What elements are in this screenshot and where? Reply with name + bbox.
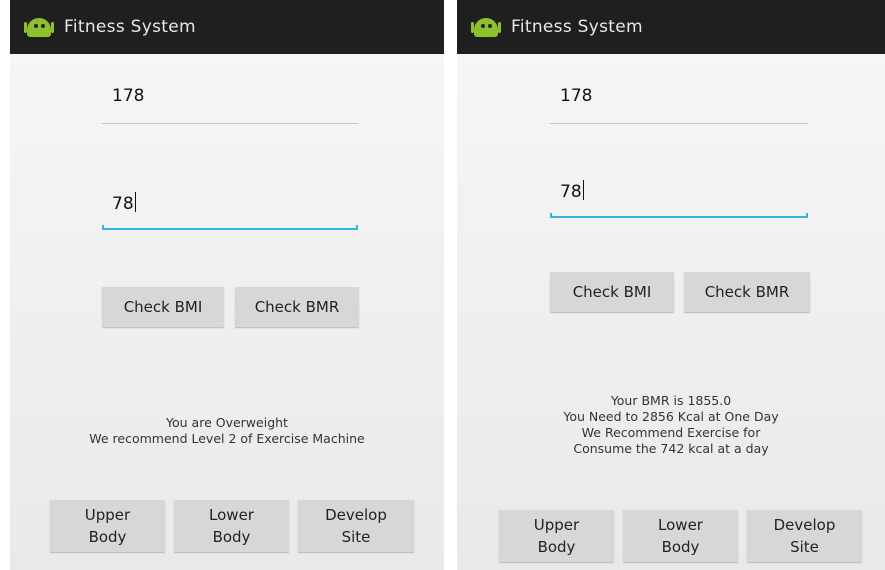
button-label: Site [790,538,819,556]
android-app-icon [24,16,54,38]
app-screen-right: Fitness System 178 78 Check BMI Check BM… [457,0,885,570]
lower-body-button[interactable]: Lower Body [174,500,289,552]
result-line: You are Overweight [166,415,288,430]
height-value: 178 [112,86,145,106]
check-bmr-button[interactable]: Check BMR [235,287,359,327]
height-value: 178 [560,86,593,106]
bmi-result-text: You are Overweight We recommend Level 2 … [10,415,444,447]
result-line: Consume the 742 kcal at a day [573,441,769,456]
button-label: Body [88,528,127,546]
button-label: Develop [773,516,836,534]
button-label: Body [212,528,251,546]
lower-body-button[interactable]: Lower Body [623,510,738,562]
text-cursor [134,192,136,212]
height-input[interactable]: 178 [102,82,358,124]
upper-body-button[interactable]: Upper Body [50,500,165,552]
result-line: Your BMR is 1855.0 [610,393,732,408]
app-screen-left: Fitness System 178 78 Check BMI Check BM… [10,0,444,570]
result-line: You Need to 2856 Kcal at One Day [563,409,779,424]
button-label: Site [341,528,371,546]
text-cursor [582,180,584,200]
button-label: Lower [658,516,703,534]
check-bmi-button[interactable]: Check BMI [102,287,224,327]
check-bmr-button[interactable]: Check BMR [684,272,810,312]
height-input[interactable]: 178 [550,82,808,124]
input-underline [550,123,808,124]
result-line: We Recommend Exercise for [581,425,761,440]
bmr-result-text: Your BMR is 1855.0 You Need to 2856 Kcal… [457,393,885,457]
button-label: Upper [84,506,131,524]
action-bar: Fitness System [457,0,885,54]
develop-site-button[interactable]: Develop Site [298,500,414,552]
button-label: Upper [533,516,580,534]
weight-input[interactable]: 78 [550,176,808,218]
button-label: Lower [209,506,254,524]
weight-value: 78 [112,194,134,214]
upper-body-button[interactable]: Upper Body [499,510,614,562]
action-bar: Fitness System [10,0,444,54]
result-line: We recommend Level 2 of Exercise Machine [89,431,365,446]
input-underline-focused [102,225,358,230]
button-label: Develop [325,506,387,524]
input-underline-focused [550,213,808,218]
android-app-icon [471,16,501,38]
weight-input[interactable]: 78 [102,188,358,230]
app-title: Fitness System [64,17,196,37]
develop-site-button[interactable]: Develop Site [747,510,862,562]
button-label: Body [537,538,576,556]
check-bmi-button[interactable]: Check BMI [550,272,674,312]
weight-value: 78 [560,182,582,202]
input-underline [102,123,358,124]
app-title: Fitness System [511,17,643,37]
button-label: Body [661,538,700,556]
